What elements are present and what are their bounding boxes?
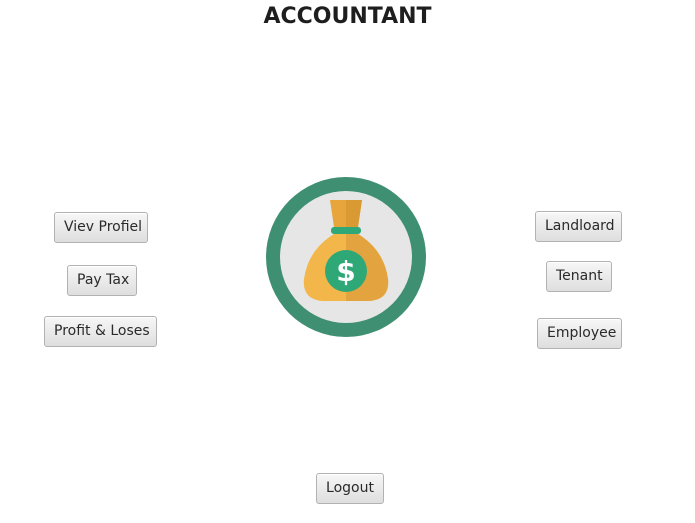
svg-text:$: $ [336,255,355,288]
tenant-button[interactable]: Tenant [546,261,612,292]
page-title: ACCOUNTANT [263,4,432,29]
money-bag-graphic: $ [266,177,426,337]
view-profile-button[interactable]: Viev Profiel [54,212,148,243]
employee-button[interactable]: Employee [537,318,622,349]
money-bag-icon: $ [264,175,428,339]
pay-tax-button[interactable]: Pay Tax [67,265,137,296]
logout-button[interactable]: Logout [316,473,384,504]
landlord-button[interactable]: Landloard [535,211,622,242]
profit-loses-button[interactable]: Profit & Loses [44,316,157,347]
